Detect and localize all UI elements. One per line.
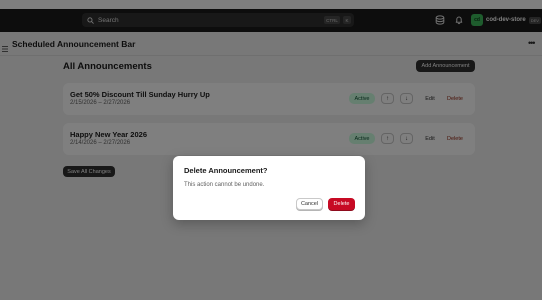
modal-backdrop[interactable] bbox=[0, 0, 542, 300]
modal-body: This action cannot be undone. bbox=[184, 182, 265, 188]
modal-title: Delete Announcement? bbox=[184, 166, 268, 175]
confirm-delete-button[interactable]: Delete bbox=[328, 198, 355, 210]
delete-confirm-modal: Delete Announcement? This action cannot … bbox=[173, 156, 365, 220]
cancel-button[interactable]: Cancel bbox=[296, 198, 323, 210]
bottom-strip bbox=[0, 300, 542, 305]
